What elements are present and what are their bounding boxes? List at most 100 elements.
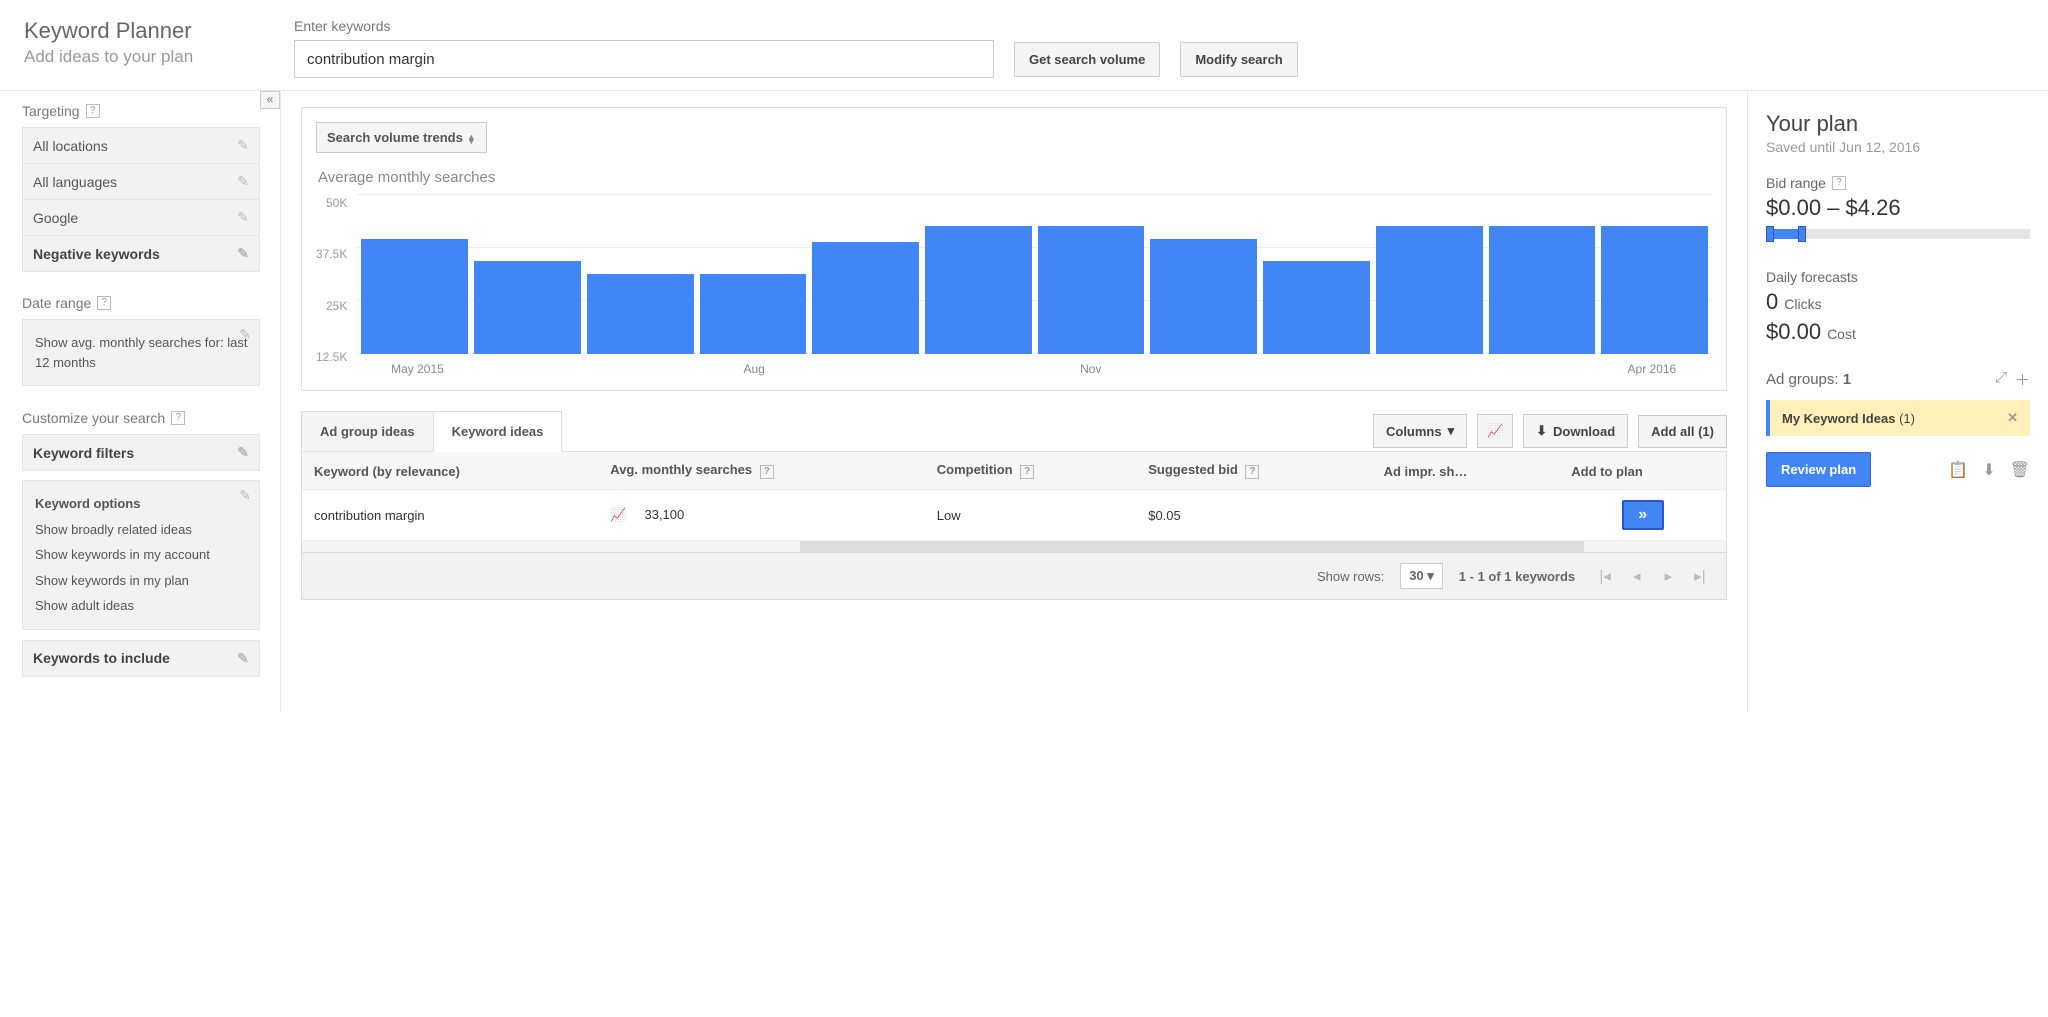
header: Keyword Planner Add ideas to your plan E… bbox=[0, 0, 2048, 91]
chart-bar bbox=[1038, 226, 1145, 354]
date-range-heading: Date range? bbox=[22, 295, 260, 311]
help-icon[interactable]: ? bbox=[97, 296, 111, 310]
add-to-plan-button[interactable]: » bbox=[1622, 500, 1664, 530]
delete-icon[interactable]: 🗑 bbox=[2010, 460, 2030, 480]
pager-prev-button[interactable]: ◂ bbox=[1623, 567, 1651, 585]
forecast-clicks: 0Clicks bbox=[1766, 289, 2030, 315]
cell-avg: 📈33,100 bbox=[598, 490, 924, 541]
chart-type-dropdown[interactable]: Search volume trends bbox=[316, 122, 487, 153]
cell-comp: Low bbox=[925, 490, 1136, 541]
pager-range: 1 - 1 of 1 keywords bbox=[1459, 569, 1575, 584]
keyword-filters-item[interactable]: Keyword filters✎ bbox=[22, 434, 260, 471]
keyword-option: Show adult ideas bbox=[33, 593, 249, 619]
expand-icon[interactable]: ⤢ bbox=[1995, 369, 2007, 390]
daily-forecasts-label: Daily forecasts bbox=[1766, 269, 2030, 285]
pencil-icon: ✎ bbox=[237, 245, 249, 262]
pager-first-button[interactable]: |◂ bbox=[1591, 567, 1619, 585]
th-bid[interactable]: Suggested bid ? bbox=[1136, 452, 1371, 490]
keyword-option: Show keywords in my account bbox=[33, 542, 249, 568]
chart-x-axis: May 2015AugNovApr 2016 bbox=[357, 362, 1712, 376]
customize-heading: Customize your search? bbox=[22, 410, 260, 426]
get-search-volume-button[interactable]: Get search volume bbox=[1014, 42, 1160, 77]
targeting-heading: Targeting? bbox=[22, 103, 260, 119]
rows-per-page-select[interactable]: 30 ▾ bbox=[1400, 563, 1443, 589]
plan-title: Your plan bbox=[1766, 111, 2030, 137]
tab-keyword-ideas[interactable]: Keyword ideas bbox=[434, 411, 563, 452]
chart-bar bbox=[361, 239, 468, 354]
horizontal-scrollbar[interactable] bbox=[301, 541, 1727, 553]
chart-bar bbox=[1601, 226, 1708, 354]
add-all-button[interactable]: Add all (1) bbox=[1638, 415, 1727, 448]
th-comp[interactable]: Competition ? bbox=[925, 452, 1136, 490]
th-impr[interactable]: Ad impr. sh… bbox=[1372, 452, 1560, 490]
cell-bid: $0.05 bbox=[1136, 490, 1371, 541]
chart-bar bbox=[1150, 239, 1257, 354]
chart-bar bbox=[1263, 261, 1370, 354]
chart-bar bbox=[925, 226, 1032, 354]
close-icon[interactable]: ✕ bbox=[2007, 410, 2018, 426]
targeting-item[interactable]: All locations✎ bbox=[22, 127, 260, 164]
help-icon[interactable]: ? bbox=[86, 104, 100, 118]
pager-last-button[interactable]: ▸| bbox=[1686, 567, 1714, 585]
chart-bar bbox=[812, 242, 919, 354]
page-subtitle: Add ideas to your plan bbox=[24, 47, 254, 67]
help-icon[interactable]: ? bbox=[1020, 465, 1034, 479]
plan-panel: Your plan Saved until Jun 12, 2016 Bid r… bbox=[1748, 91, 2048, 712]
chart-icon-button[interactable]: 📈 bbox=[1477, 414, 1513, 448]
copy-icon[interactable]: 📋 bbox=[1948, 460, 1968, 480]
sidebar: « Targeting? All locations✎All languages… bbox=[0, 91, 280, 712]
chart-icon: 📈 bbox=[1487, 423, 1503, 439]
table-row: contribution margin📈33,100Low$0.05 » bbox=[302, 490, 1727, 541]
chart-bar bbox=[1376, 226, 1483, 354]
negative-keywords-item[interactable]: Negative keywords✎ bbox=[22, 235, 260, 272]
cell-keyword: contribution margin bbox=[302, 490, 599, 541]
keyword-option: Show keywords in my plan bbox=[33, 568, 249, 594]
slider-max-handle[interactable] bbox=[1798, 226, 1806, 242]
th-add: Add to plan bbox=[1559, 452, 1726, 490]
help-icon[interactable]: ? bbox=[1245, 465, 1259, 479]
pencil-icon: ✎ bbox=[239, 487, 251, 504]
modify-search-button[interactable]: Modify search bbox=[1180, 42, 1297, 77]
pager-next-button[interactable]: ▸ bbox=[1654, 567, 1682, 585]
chart-bar bbox=[700, 274, 807, 354]
chart-bar bbox=[587, 274, 694, 354]
slider-min-handle[interactable] bbox=[1766, 226, 1774, 242]
help-icon[interactable]: ? bbox=[1832, 176, 1846, 190]
chart-y-axis: 50K37.5K25K12.5K bbox=[316, 194, 347, 364]
keywords-label: Enter keywords bbox=[294, 18, 2024, 34]
pencil-icon: ✎ bbox=[237, 444, 249, 461]
tab-ad-group-ideas[interactable]: Ad group ideas bbox=[301, 411, 434, 451]
date-range-box[interactable]: ✎ Show avg. monthly searches for: last 1… bbox=[22, 319, 260, 386]
pencil-icon: ✎ bbox=[239, 326, 251, 343]
columns-button[interactable]: Columns ▾ bbox=[1373, 414, 1467, 448]
targeting-item[interactable]: All languages✎ bbox=[22, 163, 260, 200]
th-keyword[interactable]: Keyword (by relevance) bbox=[302, 452, 599, 490]
cell-impr bbox=[1372, 490, 1560, 541]
review-plan-button[interactable]: Review plan bbox=[1766, 452, 1871, 487]
add-icon[interactable]: ＋ bbox=[2015, 369, 2030, 390]
forecast-cost: $0.00Cost bbox=[1766, 319, 2030, 345]
pencil-icon: ✎ bbox=[237, 209, 249, 226]
page-title: Keyword Planner bbox=[24, 18, 254, 44]
bid-range-value: $0.00 – $4.26 bbox=[1766, 195, 2030, 221]
bid-range-slider[interactable] bbox=[1766, 229, 2030, 239]
targeting-item[interactable]: Google✎ bbox=[22, 199, 260, 236]
my-keyword-ideas-item[interactable]: My Keyword Ideas (1) ✕ bbox=[1766, 400, 2030, 436]
chart-icon[interactable]: 📈 bbox=[610, 507, 626, 522]
adgroups-count: Ad groups: 1 bbox=[1766, 371, 1851, 388]
help-icon[interactable]: ? bbox=[760, 465, 774, 479]
help-icon[interactable]: ? bbox=[171, 411, 185, 425]
th-avg[interactable]: Avg. monthly searches ? bbox=[598, 452, 924, 490]
pencil-icon: ✎ bbox=[237, 173, 249, 190]
download-button[interactable]: ⬇ Download bbox=[1523, 414, 1628, 448]
keyword-option: Show broadly related ideas bbox=[33, 517, 249, 543]
pencil-icon: ✎ bbox=[237, 137, 249, 154]
collapse-sidebar-button[interactable]: « bbox=[260, 91, 280, 109]
keywords-table: Keyword (by relevance) Avg. monthly sear… bbox=[301, 451, 1727, 541]
chart-subtitle: Average monthly searches bbox=[318, 169, 1712, 186]
keywords-input[interactable] bbox=[294, 40, 994, 78]
download-icon[interactable]: ⬇ bbox=[1982, 460, 1995, 480]
keywords-to-include-item[interactable]: Keywords to include✎ bbox=[22, 640, 260, 677]
chart-bar bbox=[1489, 226, 1596, 354]
keyword-options-box[interactable]: ✎ Keyword options Show broadly related i… bbox=[22, 480, 260, 630]
